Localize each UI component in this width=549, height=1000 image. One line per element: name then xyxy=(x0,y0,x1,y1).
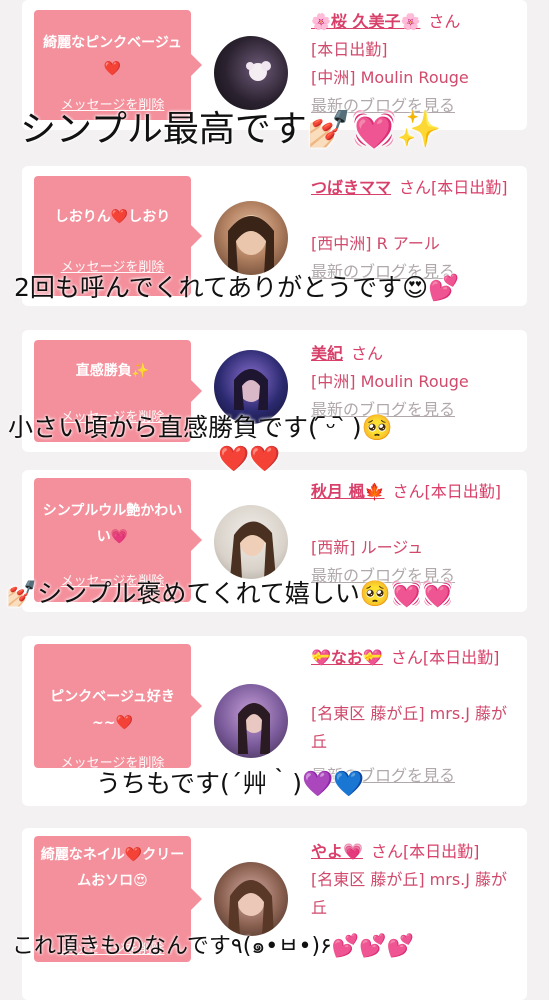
honorific: さん[本日出勤] xyxy=(392,482,502,501)
girl-name-link[interactable]: 🌸桜 久美子🌸 xyxy=(311,12,420,31)
avatar[interactable] xyxy=(214,201,288,275)
work-status: [本日出勤] xyxy=(311,40,388,59)
honorific: さん[本日出勤] xyxy=(370,842,480,861)
avatar[interactable] xyxy=(214,862,288,936)
message-text: ピンクベージュ好き~~❤️ xyxy=(50,689,175,731)
shop-name: [西新] ルージュ xyxy=(311,538,424,557)
shop-name: [中洲] Moulin Rouge xyxy=(311,68,469,87)
message-text: シンプルウル艶かわいい💗 xyxy=(42,503,183,545)
avatar-photo xyxy=(246,61,271,81)
overlay-caption-7: これ頂きものなんです٩(๑•ㅂ•)۶💕💕💕 xyxy=(12,934,415,959)
shop-name: [名東区 藤が丘] mrs.J 藤が丘 xyxy=(311,870,508,917)
girl-name-link[interactable]: 秋月 楓🍁 xyxy=(311,482,385,501)
avatar-photo xyxy=(230,521,276,579)
message-text: 直感勝負✨ xyxy=(75,363,150,379)
avatar[interactable] xyxy=(214,684,288,758)
girl-info: やよ💗 さん[本日出勤] [名東区 藤が丘] mrs.J 藤が丘 xyxy=(311,838,523,922)
message-text: 綺麗なネイル❤️クリームおソロ😍 xyxy=(40,847,185,889)
avatar-photo xyxy=(238,703,270,754)
honorific: さん xyxy=(428,12,461,31)
shop-name: [西中洲] R アール xyxy=(311,234,440,253)
avatar[interactable] xyxy=(214,505,288,579)
girl-name-link[interactable]: 💝なお💝 xyxy=(311,648,383,667)
avatar-photo xyxy=(228,215,274,275)
honorific: さん[本日出勤] xyxy=(399,178,508,197)
overlay-caption-4: ❤️❤️ xyxy=(218,444,281,473)
overlay-caption-1: シンプル最高です💅🏻💓✨ xyxy=(20,109,442,150)
honorific: さん xyxy=(351,344,384,363)
message-text: しおりん❤️しおり xyxy=(54,209,171,225)
shop-name: [名東区 藤が丘] mrs.J 藤が丘 xyxy=(311,704,508,751)
girl-name-link[interactable]: やよ💗 xyxy=(311,842,363,861)
girl-name-link[interactable]: 美紀 xyxy=(311,344,343,363)
overlay-caption-3: 小さい頃から直感勝負です( ᷇ᵕ ᷆ )🥺 xyxy=(8,413,393,442)
girl-name-link[interactable]: つばきママ xyxy=(311,178,391,197)
girl-card-6: 綺麗なネイル❤️クリームおソロ😍 メッセージを削除 やよ💗 さん[本日出勤] [名… xyxy=(22,828,527,1000)
overlay-caption-2: 2回も呼んでくれてありがとうです😍💕 xyxy=(14,273,460,302)
honorific: さん[本日出勤] xyxy=(390,648,500,667)
shop-name: [中洲] Moulin Rouge xyxy=(311,372,469,391)
overlay-caption-6: うちもです(´艸｀)💜💙 xyxy=(96,769,365,798)
overlay-caption-5: 💅🏻シンプル褒めてくれて嬉しい🥺💓💓 xyxy=(6,579,454,608)
message-bubble: ピンクベージュ好き~~❤️ メッセージを削除 xyxy=(34,644,202,771)
avatar[interactable] xyxy=(214,36,288,110)
message-text: 綺麗なピンクベージュ❤️ xyxy=(43,35,182,77)
avatar-photo xyxy=(228,880,274,936)
